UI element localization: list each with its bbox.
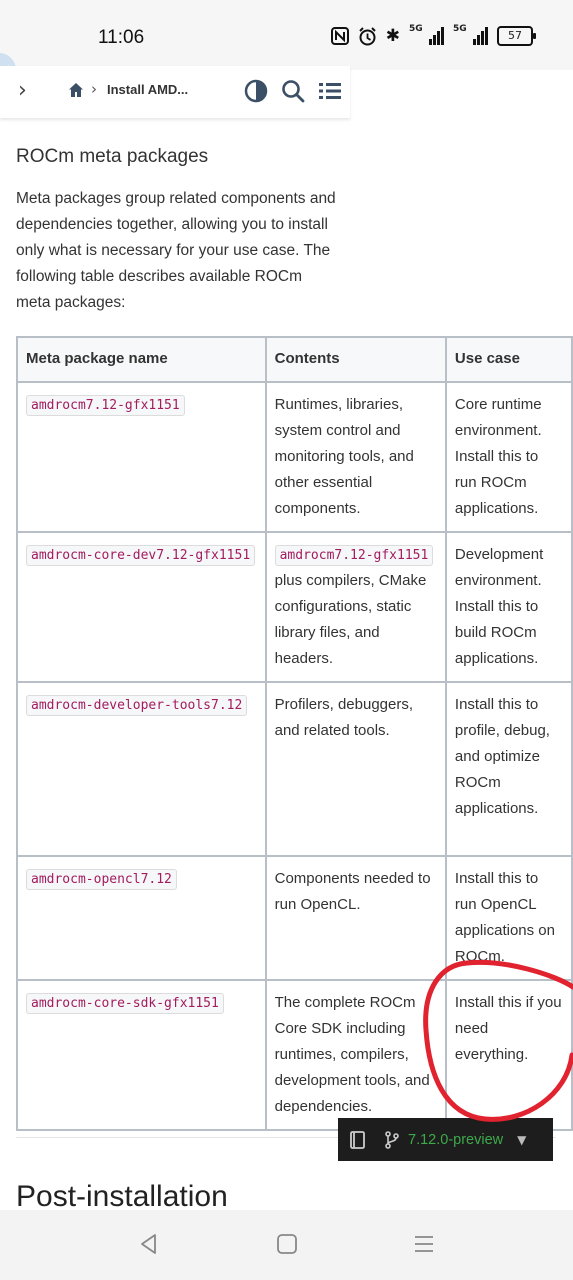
home-icon[interactable] — [68, 82, 84, 98]
section-intro: Meta packages group related components a… — [16, 190, 336, 311]
list-icon[interactable] — [317, 78, 343, 104]
version-switcher[interactable]: 7.12.0-preview ▼ — [338, 1118, 553, 1161]
package-name: amdrocm-core-dev7.12-gfx1151 — [26, 545, 256, 566]
home-square-icon[interactable] — [275, 1232, 299, 1256]
table-row: amdrocm-core-sdk-gfx1151 The complete RO… — [16, 979, 573, 1131]
system-nav-bar — [0, 1210, 573, 1280]
signal-label: 5G — [409, 24, 423, 34]
column-header-use-case: Use case — [444, 336, 573, 383]
menu-icon[interactable] — [412, 1232, 436, 1256]
table-row: amdrocm7.12-gfx1151 Runtimes, libraries,… — [16, 381, 573, 533]
package-name: amdrocm-opencl7.12 — [26, 869, 177, 890]
package-use-case: Install this to profile, debug, and opti… — [444, 681, 573, 857]
package-name: amdrocm7.12-gfx1151 — [26, 395, 185, 416]
package-contents: Components needed to run OpenCL. — [264, 855, 447, 981]
package-use-case: Development environment. Install this to… — [444, 531, 573, 683]
theme-toggle-icon[interactable] — [243, 78, 269, 104]
package-contents: Runtimes, libraries, system control and … — [264, 381, 447, 533]
status-time: 11:06 — [98, 27, 145, 48]
package-use-case: Core runtime environment. Install this t… — [444, 381, 573, 533]
nfc-icon — [330, 27, 349, 45]
breadcrumb-separator-icon: › — [91, 80, 97, 98]
status-bar: 11:06 ✱ 5G 5G 57 — [0, 0, 573, 70]
branch-icon — [385, 1130, 399, 1149]
table-header-row: Meta package name Contents Use case — [16, 336, 573, 383]
version-label: 7.12.0-preview — [408, 1131, 504, 1148]
package-contents: The complete ROCm Core SDK including run… — [264, 979, 447, 1131]
chevron-right-icon[interactable]: › — [18, 78, 27, 103]
contents-code: amdrocm7.12-gfx1151 — [274, 545, 434, 566]
search-icon[interactable] — [280, 78, 306, 104]
signal-5g-icon: 5G — [409, 24, 444, 45]
table-row: amdrocm-developer-tools7.12 Profilers, d… — [16, 681, 573, 857]
breadcrumb[interactable]: Install AMD... — [107, 82, 188, 97]
package-contents: plus compilers, CMake configurations, st… — [274, 572, 427, 667]
next-section-title: Post-installation — [16, 1180, 228, 1213]
section-title: ROCm meta packages — [16, 146, 209, 167]
battery-icon: 57 — [497, 26, 536, 46]
column-header-package: Meta package name — [16, 336, 267, 383]
book-icon — [350, 1130, 365, 1149]
package-name: amdrocm-core-sdk-gfx1151 — [26, 993, 224, 1014]
table-row: amdrocm-core-dev7.12-gfx1151 amdrocm7.12… — [16, 531, 573, 683]
package-name: amdrocm-developer-tools7.12 — [26, 695, 248, 716]
alarm-icon — [359, 26, 376, 45]
column-header-contents: Contents — [264, 336, 447, 383]
signal-label: 5G — [453, 24, 467, 34]
back-icon[interactable] — [137, 1232, 161, 1256]
package-contents: Profilers, debuggers, and related tools. — [264, 681, 447, 857]
meta-packages-table: Meta package name Contents Use case amdr… — [16, 336, 573, 1131]
top-nav: › › Install AMD... — [0, 66, 350, 118]
caret-down-icon: ▼ — [517, 1132, 527, 1147]
bluetooth-icon: ✱ — [385, 26, 400, 46]
signal-5g-icon: 5G — [453, 24, 488, 45]
package-use-case: Install this if you need everything. — [444, 979, 573, 1131]
table-row: amdrocm-opencl7.12 Components needed to … — [16, 855, 573, 981]
package-use-case: Install this to run OpenCL applications … — [444, 855, 573, 981]
status-icons: ✱ 5G 5G 57 — [330, 24, 536, 48]
